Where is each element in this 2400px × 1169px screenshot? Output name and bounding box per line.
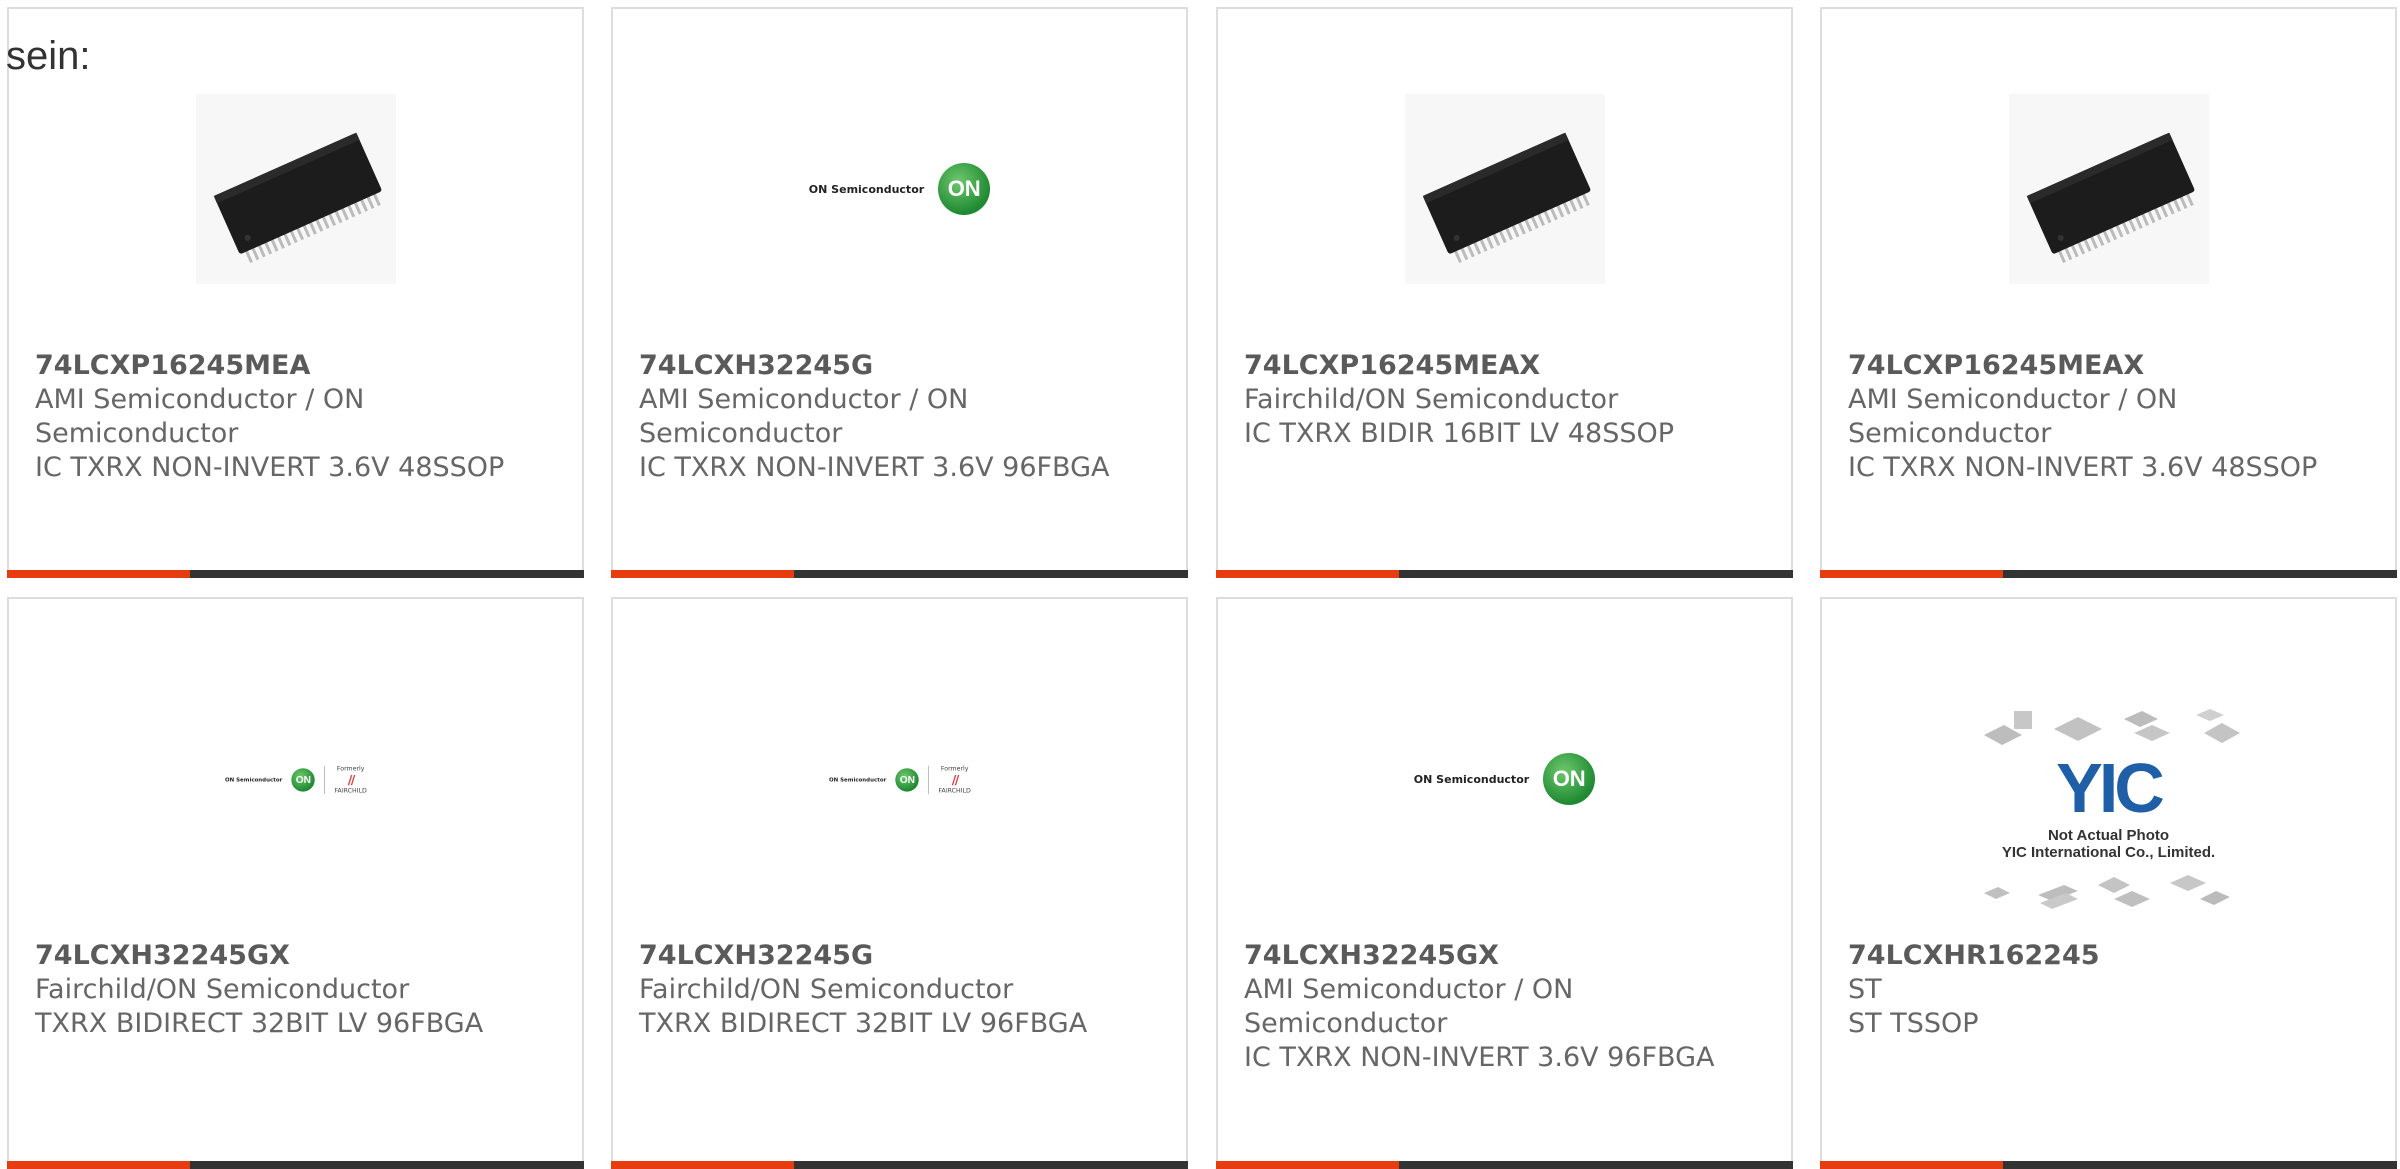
part-number[interactable]: 74LCXH32245G: [639, 939, 1166, 973]
part-number[interactable]: 74LCXH32245GX: [35, 939, 562, 973]
on-fairchild-logo: ON Semiconductor ON Formerly // FAIRCHIL…: [829, 765, 971, 794]
accent-bar: [7, 1161, 190, 1169]
product-image[interactable]: [1218, 79, 1791, 299]
manufacturer: ST: [1848, 974, 1882, 1005]
on-badge-icon: ON: [291, 767, 315, 791]
product-card[interactable]: 74LCXP16245MEAX AMI Semiconductor / ON S…: [1820, 7, 2397, 578]
part-number[interactable]: 74LCXP16245MEA: [35, 349, 562, 383]
description: TXRX BIDIRECT 32BIT LV 96FBGA: [639, 1008, 1088, 1039]
card-footer-bar: [7, 570, 584, 578]
fairchild-text: FAIRCHILD: [334, 786, 367, 794]
card-footer-bar: [1820, 570, 2397, 578]
manufacturer: Fairchild/ON Semiconductor: [1244, 384, 1619, 415]
fairchild-logo: Formerly // FAIRCHILD: [938, 765, 970, 794]
logo-text: ON Semiconductor: [224, 775, 282, 783]
description: TXRX BIDIRECT 32BIT LV 96FBGA: [35, 1008, 484, 1039]
on-badge-icon: ON: [1543, 753, 1596, 805]
logo-divider: [927, 764, 929, 794]
chip-48ssop-icon: [2008, 94, 2209, 284]
part-number[interactable]: 74LCXH32245GX: [1244, 939, 1771, 973]
product-info: 74LCXH32245G AMI Semiconductor / ON Semi…: [639, 349, 1166, 485]
description: IC TXRX NON-INVERT 3.6V 48SSOP: [35, 452, 505, 483]
product-image[interactable]: YIC Not Actual Photo YIC International C…: [1822, 689, 2395, 929]
manufacturer: Fairchild/ON Semiconductor: [639, 974, 1014, 1005]
product-image[interactable]: ON Semiconductor ON: [1218, 669, 1791, 889]
product-card[interactable]: 74LCXP16245MEAX Fairchild/ON Semiconduct…: [1216, 7, 1793, 578]
yic-placeholder-image: YIC Not Actual Photo YIC International C…: [1974, 707, 2244, 911]
manufacturer: Fairchild/ON Semiconductor: [35, 974, 410, 1005]
part-number[interactable]: 74LCXP16245MEAX: [1848, 349, 2375, 383]
product-image[interactable]: [1822, 79, 2395, 299]
fairchild-slash-icon: //: [951, 771, 958, 787]
product-info: 74LCXP16245MEAX Fairchild/ON Semiconduct…: [1244, 349, 1771, 451]
product-card[interactable]: YIC Not Actual Photo YIC International C…: [1820, 597, 2397, 1169]
product-card[interactable]: ON Semiconductor ON 74LCXH32245G AMI Sem…: [611, 7, 1188, 578]
manufacturer: AMI Semiconductor / ON Semiconductor: [1848, 384, 2178, 449]
yic-logo-icon: YIC: [2056, 749, 2165, 827]
product-image[interactable]: [9, 79, 582, 299]
part-number[interactable]: 74LCXP16245MEAX: [1244, 349, 1771, 383]
accent-bar: [7, 570, 190, 578]
card-footer-bar: [1216, 1161, 1793, 1169]
product-info: 74LCXH32245GX AMI Semiconductor / ON Sem…: [1244, 939, 1771, 1075]
product-card[interactable]: ON Semiconductor ON 74LCXH32245GX AMI Se…: [1216, 597, 1793, 1169]
accent-bar: [1820, 1161, 2003, 1169]
product-card[interactable]: ON Semiconductor ON Formerly // FAIRCHIL…: [611, 597, 1188, 1169]
product-info: 74LCXP16245MEA AMI Semiconductor / ON Se…: [35, 349, 562, 485]
formerly-text: Formerly: [336, 764, 365, 772]
logo-text: ON Semiconductor: [1413, 772, 1530, 786]
product-info: 74LCXH32245GX Fairchild/ON Semiconductor…: [35, 939, 562, 1041]
description: IC TXRX BIDIR 16BIT LV 48SSOP: [1244, 418, 1675, 449]
card-footer-bar: [1216, 570, 1793, 578]
description: IC TXRX NON-INVERT 3.6V 48SSOP: [1848, 452, 2318, 483]
description: IC TXRX NON-INVERT 3.6V 96FBGA: [1244, 1042, 1715, 1073]
product-grid: 74LCXP16245MEA AMI Semiconductor / ON Se…: [0, 0, 2400, 1169]
manufacturer: AMI Semiconductor / ON Semiconductor: [35, 384, 365, 449]
accent-bar: [611, 570, 794, 578]
product-info: 74LCXH32245G Fairchild/ON Semiconductor …: [639, 939, 1166, 1041]
manufacturer: AMI Semiconductor / ON Semiconductor: [639, 384, 969, 449]
on-fairchild-logo: ON Semiconductor ON Formerly // FAIRCHIL…: [225, 765, 367, 794]
product-image[interactable]: ON Semiconductor ON Formerly // FAIRCHIL…: [9, 669, 582, 889]
product-card[interactable]: ON Semiconductor ON Formerly // FAIRCHIL…: [7, 597, 584, 1169]
accent-bar: [1216, 1161, 1399, 1169]
accent-bar: [1216, 570, 1399, 578]
product-image[interactable]: ON Semiconductor ON Formerly // FAIRCHIL…: [613, 669, 1186, 889]
chip-48ssop-icon: [195, 94, 396, 284]
chip-packages-icon: [1983, 709, 2240, 745]
chip-48ssop-icon: [1404, 94, 1605, 284]
description: IC TXRX NON-INVERT 3.6V 96FBGA: [639, 452, 1110, 483]
card-footer-bar: [1820, 1161, 2397, 1169]
logo-text: ON Semiconductor: [808, 182, 925, 196]
part-number[interactable]: 74LCXH32245G: [639, 349, 1166, 383]
product-card[interactable]: 74LCXP16245MEA AMI Semiconductor / ON Se…: [7, 7, 584, 578]
fairchild-logo: Formerly // FAIRCHILD: [334, 765, 366, 794]
on-badge-icon: ON: [938, 163, 991, 215]
part-number[interactable]: 74LCXHR162245: [1848, 939, 2375, 973]
formerly-text: Formerly: [940, 764, 969, 772]
accent-bar: [1820, 570, 2003, 578]
yic-caption: Not Actual Photo: [2047, 827, 2170, 844]
on-semiconductor-logo: ON Semiconductor ON: [1413, 753, 1596, 805]
accent-bar: [611, 1161, 794, 1169]
fairchild-slash-icon: //: [347, 771, 354, 787]
card-footer-bar: [7, 1161, 584, 1169]
logo-text: ON Semiconductor: [828, 775, 886, 783]
fairchild-text: FAIRCHILD: [938, 786, 971, 794]
chip-packages-icon: [1983, 875, 2230, 909]
card-footer-bar: [611, 570, 1188, 578]
on-badge-icon: ON: [895, 767, 919, 791]
on-semiconductor-logo: ON Semiconductor ON: [808, 163, 991, 215]
manufacturer: AMI Semiconductor / ON Semiconductor: [1244, 974, 1574, 1039]
logo-divider: [323, 764, 325, 794]
card-footer-bar: [611, 1161, 1188, 1169]
intro-text: sein:: [6, 34, 91, 78]
product-image[interactable]: ON Semiconductor ON: [613, 79, 1186, 299]
description: ST TSSOP: [1848, 1008, 1979, 1039]
product-info: 74LCXP16245MEAX AMI Semiconductor / ON S…: [1848, 349, 2375, 485]
product-info: 74LCXHR162245 ST ST TSSOP: [1848, 939, 2375, 1041]
yic-company: YIC International Co., Limited.: [2001, 844, 2216, 861]
